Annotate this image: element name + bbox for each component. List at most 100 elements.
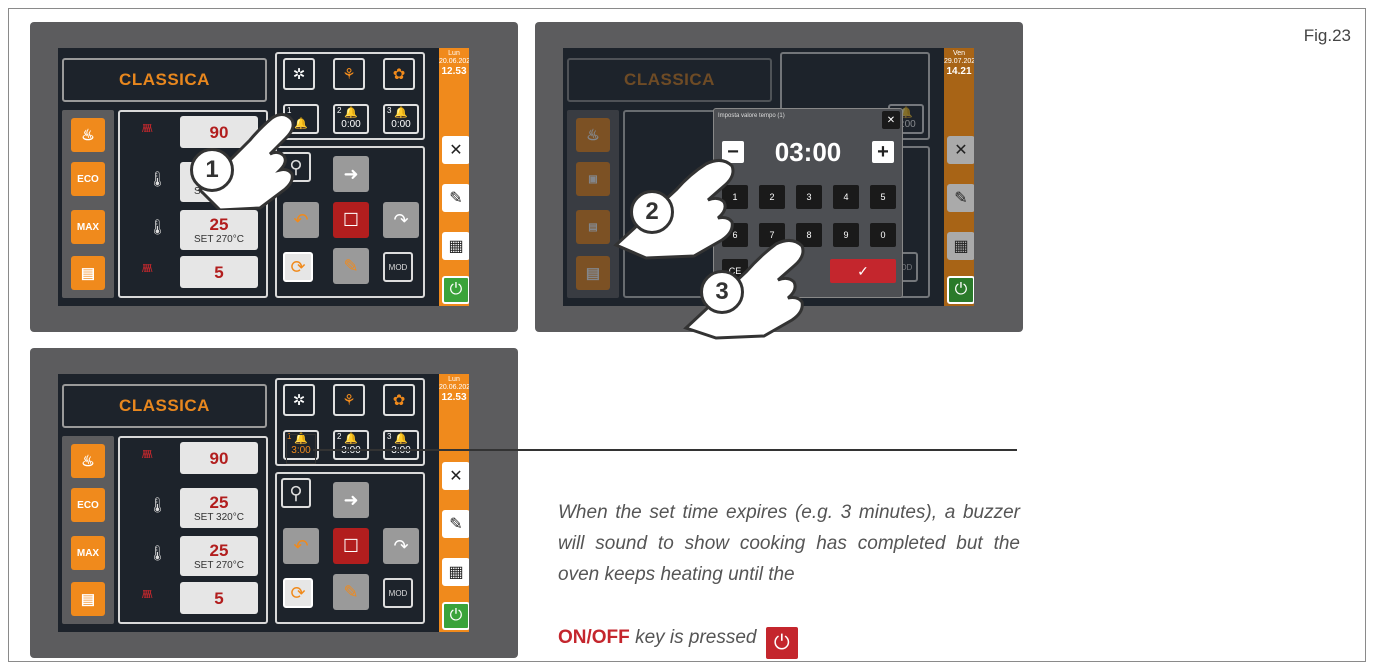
recipe-mode-button[interactable]: ▤ bbox=[71, 256, 105, 290]
book-icon: ✎ bbox=[449, 190, 463, 207]
rotate-right-button[interactable]: ↷ bbox=[383, 528, 419, 564]
max-mode-button[interactable]: MAX bbox=[71, 210, 105, 244]
confirm-button[interactable]: ✓ bbox=[830, 259, 896, 283]
program-title: CLASSICA bbox=[119, 70, 210, 89]
stop-button[interactable]: ☐ bbox=[333, 528, 369, 564]
hand-pointer-icon bbox=[197, 113, 295, 210]
max-mode-button[interactable]: MAX bbox=[71, 536, 105, 570]
program-title-box[interactable]: CLASSICA bbox=[62, 58, 267, 102]
recipes-button[interactable]: ✎ bbox=[442, 510, 469, 538]
key-5[interactable]: 5 bbox=[870, 185, 896, 209]
steam-button[interactable]: ➜ bbox=[333, 156, 369, 192]
timer-2[interactable]: 2 🔔 0:00 bbox=[333, 104, 369, 134]
rotate-right-button[interactable]: ↷ bbox=[383, 202, 419, 238]
value-4: 5 bbox=[214, 262, 224, 282]
time-value: 12.53 bbox=[441, 66, 467, 77]
value-button-3[interactable]: 25 SET 270°C bbox=[180, 210, 258, 250]
calendar-button: ▦ bbox=[947, 232, 974, 260]
power-button[interactable]: ⏻ bbox=[442, 276, 469, 304]
value-button-2[interactable]: 25SET 320°C bbox=[180, 488, 258, 528]
timer-3[interactable]: 3🔔3:00 bbox=[383, 430, 419, 460]
value-3: 25 bbox=[209, 540, 229, 560]
mod-button[interactable]: MOD bbox=[383, 578, 413, 608]
hood-icon[interactable]: ⚘ bbox=[333, 58, 365, 90]
mod-button[interactable]: MOD bbox=[383, 252, 413, 282]
light-icon[interactable]: ✲ bbox=[283, 384, 315, 416]
flame-mode-button[interactable]: ♨ bbox=[71, 444, 105, 478]
calendar-button[interactable]: ▦ bbox=[442, 232, 469, 260]
tools-button[interactable]: ✕ bbox=[442, 462, 469, 490]
value-button-4[interactable]: 5 bbox=[180, 256, 258, 288]
step-1-number: 1 bbox=[205, 156, 219, 183]
key-9[interactable]: 9 bbox=[833, 223, 859, 247]
flame-mode-button[interactable]: ♨ bbox=[71, 118, 105, 152]
oven-door-button[interactable]: ✎ bbox=[333, 248, 369, 284]
timer-3[interactable]: 3 🔔 0:00 bbox=[383, 104, 419, 134]
side-bar: Lun20.06.202212.53 ✕ ✎ ▦ ⏻ bbox=[439, 374, 469, 632]
plus-button[interactable]: + bbox=[872, 141, 894, 163]
mod-label: MOD bbox=[388, 588, 408, 598]
eco-label: ECO bbox=[77, 499, 99, 511]
controls-box: ⚲ ➜ ↶ ☐ ↷ ⟳ ✎ MOD bbox=[275, 472, 425, 624]
value-3-set: SET 270°C bbox=[194, 233, 244, 245]
date-display: Lun20.06.202212.53 bbox=[439, 376, 469, 403]
program-title: CLASSICA bbox=[119, 396, 210, 415]
bell-icon: 🔔 bbox=[344, 107, 358, 119]
bell-icon: 🔔 bbox=[394, 433, 408, 445]
power-button: ⏻ bbox=[947, 276, 974, 304]
flame-icon: ♨ bbox=[81, 127, 95, 144]
oven-door-button[interactable]: ✎ bbox=[333, 574, 369, 610]
flame-icon: ♨ bbox=[81, 453, 95, 470]
callout-line bbox=[313, 449, 1017, 451]
recipes-button[interactable]: ✎ bbox=[442, 184, 469, 212]
value-button-3[interactable]: 25 SET 270°C bbox=[180, 536, 258, 576]
timer-2[interactable]: 2🔔3:00 bbox=[333, 430, 369, 460]
close-icon: ✕ bbox=[886, 114, 896, 126]
program-title-box: CLASSICA bbox=[567, 58, 772, 102]
caption-tail: ON/OFF key is pressed ⏻ bbox=[558, 627, 798, 659]
max-label: MAX bbox=[76, 221, 100, 233]
fan-icon[interactable]: ✿ bbox=[383, 58, 415, 90]
close-button[interactable]: ✕ bbox=[882, 111, 900, 129]
value-3: 25 bbox=[209, 214, 229, 234]
recipe-mode-button[interactable]: ▤ bbox=[71, 582, 105, 616]
program-title-box[interactable]: CLASSICA bbox=[62, 384, 267, 428]
key-0[interactable]: 0 bbox=[870, 223, 896, 247]
eco-mode-button[interactable]: ECO bbox=[71, 488, 105, 522]
cycle-button[interactable]: ⟳ bbox=[283, 578, 313, 608]
step-3-marker: 3 bbox=[700, 270, 744, 314]
timer-2-num: 2 bbox=[337, 106, 342, 115]
calendar-button[interactable]: ▦ bbox=[442, 558, 469, 586]
value-2-set: SET 320°C bbox=[194, 511, 244, 523]
onoff-label: ON/OFF bbox=[558, 627, 630, 648]
key-4[interactable]: 4 bbox=[833, 185, 859, 209]
fan-icon[interactable]: ✿ bbox=[383, 384, 415, 416]
cycle-button[interactable]: ⟳ bbox=[283, 252, 313, 282]
steam-button[interactable]: ➜ bbox=[333, 482, 369, 518]
timer-2-value: 0:00 bbox=[341, 119, 361, 130]
stop-button[interactable]: ☐ bbox=[333, 202, 369, 238]
key-3[interactable]: 3 bbox=[796, 185, 822, 209]
top-heater-icon: /\/\/\/\ bbox=[142, 449, 152, 461]
rotate-left-button[interactable]: ↶ bbox=[283, 528, 319, 564]
value-button-1[interactable]: 90 bbox=[180, 442, 258, 474]
document-icon: ▤ bbox=[80, 591, 96, 608]
callout-box bbox=[286, 434, 316, 464]
document-icon: ▤ bbox=[80, 265, 96, 282]
hood-icon[interactable]: ⚘ bbox=[333, 384, 365, 416]
eco-mode-button[interactable]: ECO bbox=[71, 162, 105, 196]
timer-3-num: 3 bbox=[387, 106, 392, 115]
value-3-set: SET 270°C bbox=[194, 559, 244, 571]
time-value: 14.21 bbox=[946, 66, 972, 77]
tools-button[interactable]: ✕ bbox=[442, 136, 469, 164]
step-2-marker: 2 bbox=[630, 190, 674, 234]
step-2-number: 2 bbox=[645, 198, 659, 225]
side-bar: Lun20.06.202212.53 ✕ ✎ ▦ ⏻ bbox=[439, 48, 469, 306]
date-display: Lun20.06.202212.53 bbox=[439, 50, 469, 77]
light-icon[interactable]: ✲ bbox=[283, 58, 315, 90]
stamp-icon[interactable]: ⚲ bbox=[281, 478, 311, 508]
flame-mode-button: ♨ bbox=[576, 118, 610, 152]
power-button[interactable]: ⏻ bbox=[442, 602, 469, 630]
value-button-4[interactable]: 5 bbox=[180, 582, 258, 614]
caption-text: When the set time expires (e.g. 3 minute… bbox=[558, 502, 1020, 585]
